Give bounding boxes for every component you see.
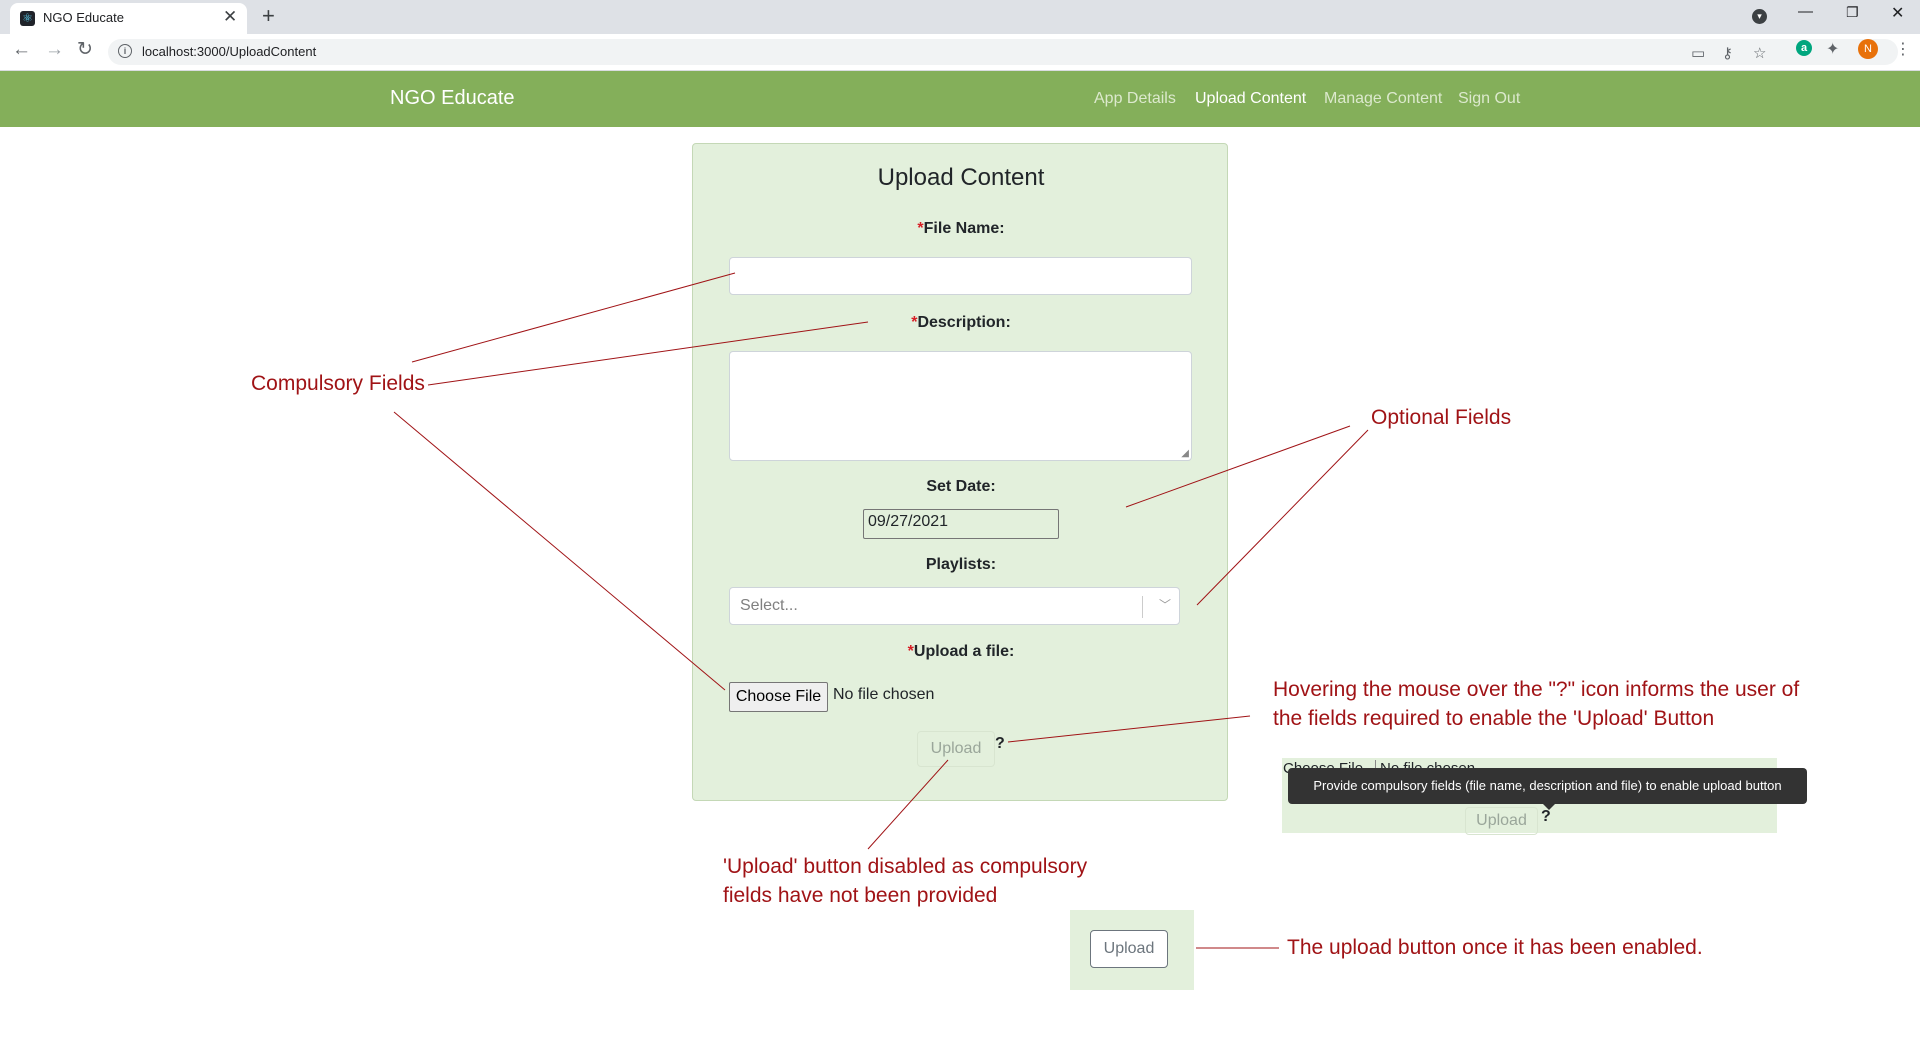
playlists-select[interactable]: Select... ﹀ [729,587,1180,625]
annotation-hover-line2: the fields required to enable the 'Uploa… [1273,707,1715,730]
nav-app-details[interactable]: App Details [1094,90,1176,108]
file-name-label-text: File Name: [923,220,1005,237]
description-label: *Description: [693,314,1229,332]
new-tab-icon[interactable]: + [262,3,275,29]
file-name-input[interactable] [729,257,1192,295]
annotation-disabled-line2: fields have not been provided [723,884,998,907]
tooltip-demo-help-icon: ? [1541,808,1551,825]
tab-title: NGO Educate [43,10,124,25]
tab-close-icon[interactable]: ✕ [223,7,237,27]
key-icon[interactable]: ⚷ [1722,44,1733,62]
resize-handle-icon[interactable]: ◢ [1181,448,1189,459]
annotation-enabled-button: The upload button once it has been enabl… [1287,936,1703,959]
annotation-optional-fields: Optional Fields [1371,406,1512,429]
nav-upload-content[interactable]: Upload Content [1195,90,1306,108]
nav-manage-content[interactable]: Manage Content [1324,90,1442,108]
back-arrow-icon[interactable]: ← [12,39,31,61]
annotation-disabled-line1: 'Upload' button disabled as compulsory [723,855,1088,878]
help-tooltip: Provide compulsory fields (file name, de… [1288,768,1807,804]
description-label-text: Description: [917,314,1011,331]
address-bar[interactable]: i localhost:3000/UploadContent ▭ ⚷ ☆ [108,39,1898,65]
extension-a-icon[interactable]: a [1796,40,1812,56]
reload-icon[interactable]: ↻ [77,38,93,61]
forward-arrow-icon[interactable]: → [45,39,64,61]
site-info-icon[interactable]: i [118,44,132,58]
upload-button-enabled[interactable]: Upload [1090,930,1168,968]
brand-logo-text[interactable]: NGO Educate [390,87,515,110]
set-date-label: Set Date: [926,478,996,495]
select-separator [1142,596,1143,618]
annotation-hover-line1: Hovering the mouse over the "?" icon inf… [1273,678,1800,701]
bookmark-star-icon[interactable]: ☆ [1753,44,1766,62]
file-name-label: *File Name: [693,220,1229,238]
playlists-placeholder: Select... [740,597,798,614]
upload-content-card: Upload Content *File Name: *Description:… [692,143,1228,801]
chevron-down-icon[interactable]: ﹀ [1149,596,1181,613]
tooltip-demo-upload-button: Upload [1465,807,1538,835]
profile-avatar[interactable]: N [1858,39,1878,59]
nav-sign-out[interactable]: Sign Out [1458,90,1520,108]
window-close-icon[interactable]: ✕ [1891,3,1904,23]
browser-menu-icon[interactable]: ⋮ [1895,39,1911,59]
choose-file-button[interactable]: Choose File [729,682,828,712]
app-navbar: NGO Educate App Details Upload Content M… [0,71,1920,127]
url-text[interactable]: localhost:3000/UploadContent [142,44,316,59]
help-question-icon[interactable]: ? [995,735,1005,753]
annotation-compulsory-fields: Compulsory Fields [251,372,425,395]
tab-search-icon[interactable]: ▾ [1752,9,1767,24]
window-minimize-icon[interactable]: — [1798,3,1813,20]
page-title: Upload Content [877,164,1045,191]
cast-icon[interactable]: ▭ [1691,44,1705,62]
browser-toolbar: ← → ↻ i localhost:3000/UploadContent ▭ ⚷… [0,34,1920,71]
react-favicon-icon: ⚛ [20,11,35,26]
browser-tab-strip: ⚛ NGO Educate ✕ + ▾ — ❐ ✕ [0,0,1920,34]
browser-tab[interactable]: ⚛ NGO Educate ✕ [10,3,247,34]
extensions-puzzle-icon[interactable]: ✦ [1826,39,1839,59]
date-input[interactable]: 09/27/2021 [863,509,1059,539]
playlists-label: Playlists: [925,556,997,573]
upload-file-label: *Upload a file: [693,643,1229,661]
window-restore-icon[interactable]: ❐ [1846,4,1859,21]
no-file-chosen-text: No file chosen [833,686,935,703]
line-to-filename [411,272,736,363]
description-textarea[interactable]: ◢ [729,351,1192,461]
line-to-choose-file [393,411,726,691]
upload-button-disabled[interactable]: Upload [917,731,995,767]
upload-file-label-text: Upload a file: [913,643,1015,660]
